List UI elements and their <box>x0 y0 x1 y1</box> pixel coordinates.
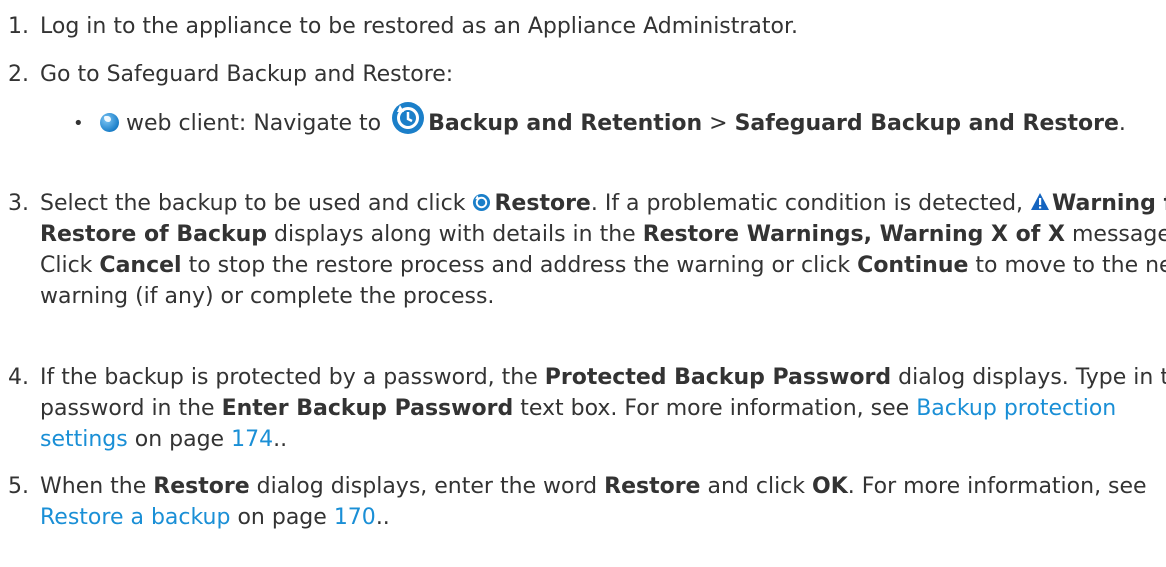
step-2-bullet: • web client: Navigate to Backup and Ret… <box>0 102 1160 139</box>
nav-backup-and-retention: Backup and Retention <box>428 111 703 136</box>
step-text: . If a problematic condition is detected… <box>590 191 1031 216</box>
nav-safeguard-backup-and-restore: Safeguard Backup and Restore <box>734 111 1119 136</box>
step-text: and click <box>700 474 813 499</box>
restore-word-label: Restore <box>604 474 701 499</box>
step-text: If the backup is protected by a password… <box>40 365 545 390</box>
protected-backup-password-label: Protected Backup Password <box>544 365 892 390</box>
restore-label: Restore <box>494 191 591 216</box>
step-text: dialog displays, enter the word <box>249 474 605 499</box>
step-1: 1. Log in to the appliance to be restore… <box>0 11 1166 42</box>
step-text: Go to Safeguard Backup and Restore: <box>40 62 454 87</box>
step-text: When the <box>40 474 154 499</box>
restore-icon <box>473 193 491 211</box>
restore-warnings-label: Restore Warnings, Warning X of X <box>642 222 1065 247</box>
enter-backup-password-label: Enter Backup Password <box>221 396 514 421</box>
step-text: . For more information, see <box>847 474 1147 499</box>
restore-icon <box>392 102 425 134</box>
restore-a-backup-link[interactable]: Restore a backup <box>40 505 230 530</box>
step-text: on page <box>127 427 232 452</box>
continue-label: Continue <box>857 253 969 278</box>
step-text: to stop the restore process and address … <box>181 253 858 278</box>
page-170-link[interactable]: 170 <box>334 505 376 530</box>
document-page: 1. Log in to the appliance to be restore… <box>0 0 1166 567</box>
page-174-link[interactable]: 174 <box>231 427 273 452</box>
step-number: 3. <box>8 191 29 216</box>
restore-dialog-label: Restore <box>153 474 250 499</box>
step-5: 5. When the Restore dialog displays, ent… <box>0 471 1166 533</box>
step-2: 2. Go to Safeguard Backup and Restore: <box>0 59 1166 90</box>
step-text: on page <box>230 505 334 530</box>
step-text: Select the backup to be used and click <box>40 191 473 216</box>
step-text: Log in to the appliance to be restored a… <box>40 14 799 39</box>
cancel-label: Cancel <box>99 253 182 278</box>
step-number: 5. <box>8 474 29 499</box>
step-number: 4. <box>8 365 29 390</box>
step-text: text box. For more information, see <box>513 396 917 421</box>
bullet-dot: • <box>73 113 84 134</box>
warning-icon <box>1031 193 1050 210</box>
bullet-text-pre: web client: Navigate to <box>126 111 389 136</box>
nav-separator: > <box>702 111 735 136</box>
step-text: .. <box>273 427 288 452</box>
step-number: 1. <box>8 14 29 39</box>
step-3: 3. Select the backup to be used and clic… <box>0 188 1166 312</box>
bullet-list: • web client: Navigate to Backup and Ret… <box>0 102 1160 139</box>
globe-icon <box>100 112 119 132</box>
bullet-text-post: . <box>1118 111 1126 136</box>
step-text: displays along with details in the <box>267 222 643 247</box>
step-4: 4. If the backup is protected by a passw… <box>0 362 1166 455</box>
step-number: 2. <box>8 62 29 87</box>
step-text: .. <box>375 505 390 530</box>
ok-label: OK <box>812 474 848 499</box>
bullet-item-web-client: • web client: Navigate to Backup and Ret… <box>0 102 1160 139</box>
